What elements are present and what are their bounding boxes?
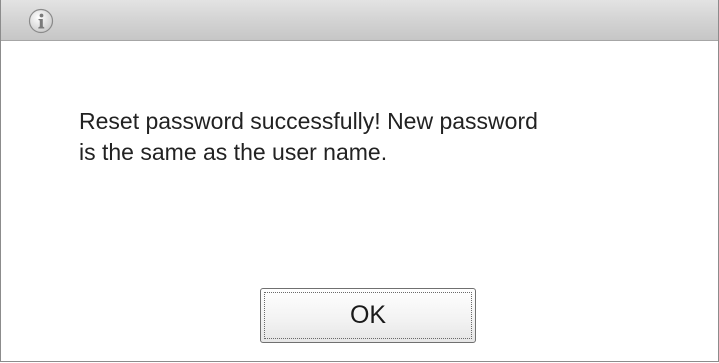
ok-button[interactable]: OK	[260, 288, 476, 343]
message-line-1: Reset password successfully! New passwor…	[79, 108, 538, 134]
dialog-title-bar[interactable]	[1, 0, 718, 41]
info-icon	[28, 8, 54, 34]
dialog-message: Reset password successfully! New passwor…	[79, 106, 679, 168]
message-line-2: is the same as the user name.	[79, 139, 388, 165]
message-dialog: Reset password successfully! New passwor…	[0, 0, 719, 362]
